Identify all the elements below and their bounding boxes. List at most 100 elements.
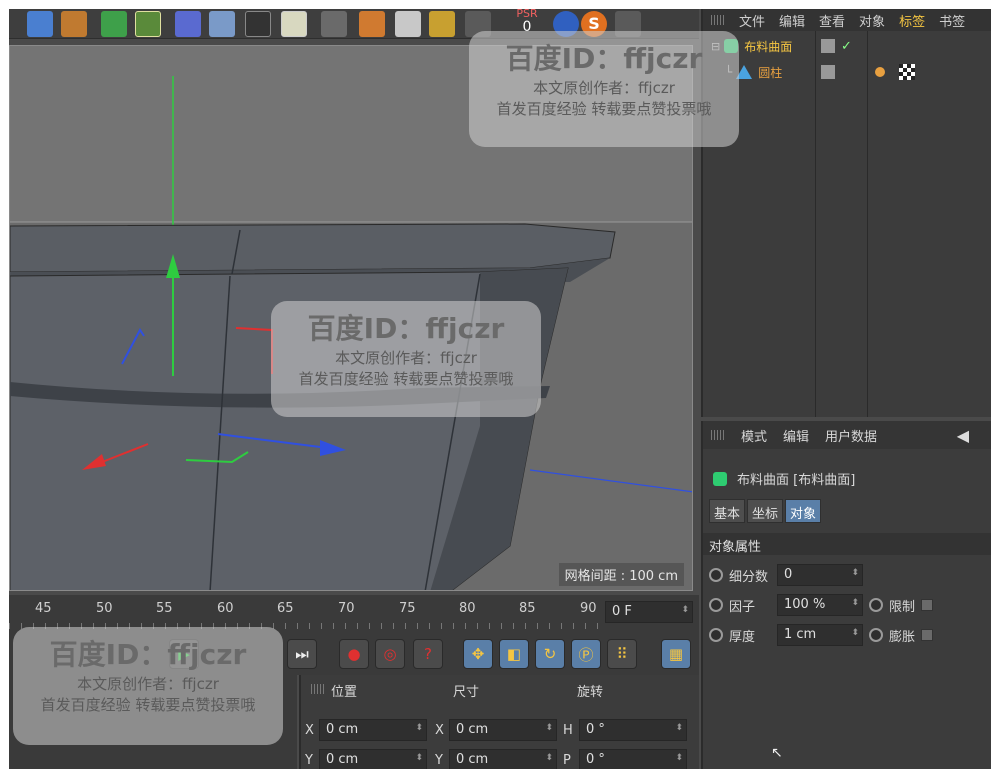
menu-bookmarks[interactable]: 书签 — [939, 11, 965, 30]
animate-radio[interactable] — [869, 628, 883, 642]
menu-file[interactable]: 文件 — [739, 11, 765, 30]
rotation-h-field[interactable]: 0 ° — [579, 719, 687, 741]
watermark-title: 百度ID：ffjczr — [49, 638, 247, 671]
prop-label: 细分数 — [729, 569, 769, 585]
camera-icon[interactable] — [245, 11, 271, 37]
tab-coordinates[interactable]: 坐标 — [747, 499, 784, 523]
keyframe-selection-button[interactable]: ? — [413, 639, 443, 669]
deformer-icon[interactable] — [175, 11, 201, 37]
prop-subdivisions: 细分数 0 — [709, 563, 863, 587]
visibility-icon[interactable] — [821, 65, 835, 79]
attribute-manager-menu: 模式 编辑 用户数据 ◀ — [703, 421, 991, 449]
param-key-button[interactable]: Ⓟ — [571, 639, 601, 669]
grid-spacing-label: 网格间距 : 100 cm — [558, 563, 684, 586]
coord-axis-label: H — [563, 723, 573, 738]
tab-object[interactable]: 对象 — [785, 499, 822, 523]
coord-axis-label: Y — [435, 753, 443, 768]
move-key-button[interactable]: ✥ — [463, 639, 493, 669]
menu-edit[interactable]: 编辑 — [783, 426, 809, 445]
light-icon[interactable] — [281, 11, 307, 37]
tools-icon[interactable] — [321, 11, 347, 37]
scale-key-button[interactable]: ◧ — [499, 639, 529, 669]
column-divider — [867, 31, 868, 417]
menu-user-data[interactable]: 用户数据 — [825, 426, 877, 445]
limit-checkbox[interactable] — [921, 599, 934, 611]
rotation-p-field[interactable]: 0 ° — [579, 749, 687, 769]
timeline-tick: 55 — [156, 601, 173, 616]
material-tag-icon[interactable] — [875, 67, 885, 77]
watermark: 百度ID：ffjczr 本文原创作者：ffjczr 首发百度经验 转载要点赞投票… — [13, 627, 283, 745]
object-title-row: 布料曲面 [布料曲面] — [713, 469, 855, 488]
visibility-icon[interactable] — [821, 39, 835, 53]
watermark: 百度ID：ffjczr 本文原创作者：ffjczr 首发百度经验 转载要点赞投票… — [271, 301, 541, 417]
current-frame-field[interactable]: 0 F — [605, 601, 693, 623]
pen-icon[interactable] — [61, 11, 87, 37]
timeline-tick: 85 — [519, 601, 536, 616]
checker-texture-icon[interactable] — [899, 64, 915, 80]
array-icon[interactable] — [135, 11, 161, 37]
coordinates-manager: 位置 尺寸 旋转 X 0 cm X 0 cm H 0 ° Y 0 cm Y 0 … — [299, 675, 699, 769]
attribute-manager: 模式 编辑 用户数据 ◀ 布料曲面 [布料曲面] 基本 坐标 对象 对象属性 细… — [701, 421, 991, 769]
cloth-surface-icon — [713, 471, 727, 486]
thickness-field[interactable]: 1 cm — [777, 624, 863, 646]
size-y-field[interactable]: 0 cm — [449, 749, 557, 769]
back-arrow-icon[interactable]: ◀ — [957, 426, 969, 445]
enabled-check-icon[interactable]: ✓ — [841, 39, 852, 54]
object-manager-menu: 文件 编辑 查看 对象 标签 书签 — [703, 9, 991, 31]
world-z-axis — [529, 469, 692, 493]
object-row-cylinder[interactable]: └ 圆柱 — [703, 61, 991, 83]
grip-icon[interactable] — [711, 430, 725, 440]
cube-icon[interactable] — [27, 11, 53, 37]
timeline-tick: 75 — [399, 601, 416, 616]
pla-key-button[interactable]: ⠿ — [607, 639, 637, 669]
timeline-tick: 45 — [35, 601, 52, 616]
menu-mode[interactable]: 模式 — [741, 426, 767, 445]
position-header: 位置 — [331, 685, 358, 700]
tag-icon[interactable] — [359, 11, 385, 37]
object-name[interactable]: 布料曲面 — [744, 38, 792, 55]
rotation-header: 旋转 — [577, 685, 604, 700]
object-manager: 文件 编辑 查看 对象 标签 书签 ⊟ 布料曲面 ✓ └ 圆柱 — [701, 9, 991, 417]
object-row-cloth-surface[interactable]: ⊟ 布料曲面 ✓ — [703, 35, 991, 57]
expand-checkbox[interactable] — [921, 629, 934, 641]
goto-end-button[interactable]: ⏭ — [287, 639, 317, 669]
subdivision-icon[interactable] — [101, 11, 127, 37]
animate-radio[interactable] — [709, 598, 723, 612]
menu-edit[interactable]: 编辑 — [779, 11, 805, 30]
floor-icon[interactable] — [209, 11, 235, 37]
prop-factor: 因子 100 % 限制 — [709, 593, 934, 617]
film-icon[interactable]: ▦ — [661, 639, 691, 669]
subdivisions-field[interactable]: 0 — [777, 564, 863, 586]
prop-label: 限制 — [889, 599, 916, 615]
column-divider — [815, 31, 816, 417]
animate-radio[interactable] — [709, 568, 723, 582]
grip-icon[interactable] — [711, 15, 725, 25]
tab-basic[interactable]: 基本 — [709, 499, 746, 523]
factor-field[interactable]: 100 % — [777, 594, 863, 616]
watermark-title: 百度ID：ffjczr — [307, 312, 505, 345]
section-header: 对象属性 — [703, 533, 991, 555]
axis-icon[interactable] — [429, 11, 455, 37]
position-y-field[interactable]: 0 cm — [319, 749, 427, 769]
size-x-field[interactable]: 0 cm — [449, 719, 557, 741]
menu-object[interactable]: 对象 — [859, 11, 885, 30]
grip-icon[interactable] — [311, 684, 325, 694]
position-x-field[interactable]: 0 cm — [319, 719, 427, 741]
psr-label: PSR — [516, 9, 538, 20]
autokey-button[interactable]: ◎ — [375, 639, 405, 669]
watermark-line: 首发百度经验 转载要点赞投票哦 — [496, 100, 712, 118]
prop-label: 厚度 — [729, 629, 756, 645]
rotate-key-button[interactable]: ↻ — [535, 639, 565, 669]
coord-axis-label: Y — [305, 753, 313, 768]
app-window: PSR 0 S 网格间距: 100 cm 文件 编辑 查看 对象 标签 书签 … — [9, 9, 991, 769]
animate-radio[interactable] — [709, 628, 723, 642]
menu-tags[interactable]: 标签 — [899, 11, 925, 30]
script-icon[interactable] — [395, 11, 421, 37]
timeline-tick: 60 — [217, 601, 234, 616]
menu-view[interactable]: 查看 — [819, 11, 845, 30]
animate-radio[interactable] — [869, 598, 883, 612]
timeline-tick: 50 — [96, 601, 113, 616]
object-name[interactable]: 圆柱 — [758, 64, 782, 81]
record-button[interactable]: ● — [339, 639, 369, 669]
cursor-icon: ↖ — [771, 745, 783, 761]
